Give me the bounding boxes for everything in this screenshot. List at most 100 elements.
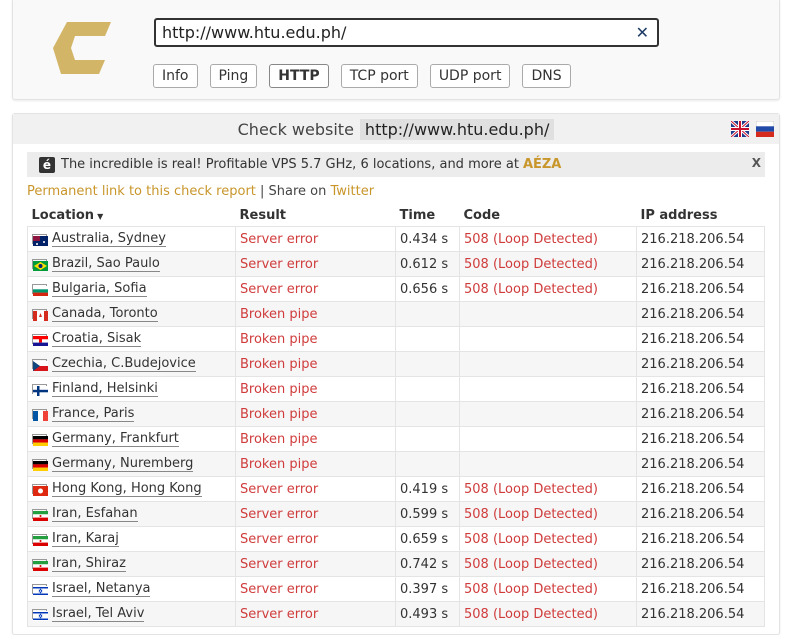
location: Hong Kong, Hong Kong [32, 481, 231, 497]
location-name[interactable]: Germany, Nuremberg [52, 456, 194, 472]
location: Israel, Tel Aviv [32, 606, 231, 622]
permanent-link[interactable]: Permanent link to this check report [27, 184, 256, 199]
location-name[interactable]: Hong Kong, Hong Kong [52, 481, 202, 497]
time-cell [395, 401, 460, 427]
twitter-link[interactable]: Twitter [331, 184, 375, 199]
tab-http[interactable]: HTTP [269, 64, 329, 88]
result-cell: Server error [235, 601, 396, 627]
location: Czechia, C.Budejovice [32, 356, 231, 372]
location-name[interactable]: Finland, Helsinki [52, 381, 158, 397]
location: Finland, Helsinki [32, 381, 231, 397]
ad-logo-icon: é [39, 156, 55, 173]
country-flag-icon [32, 334, 48, 346]
time-cell [395, 351, 460, 377]
time-cell: 0.612 s [395, 251, 460, 277]
ip-cell: 216.218.206.54 [636, 526, 765, 552]
code-cell: 508 (Loop Detected) [459, 526, 637, 552]
code-cell [459, 426, 637, 452]
location-cell: Croatia, Sisak [27, 326, 236, 352]
country-flag-icon [32, 509, 48, 521]
column-header-location[interactable]: Location ▼ [28, 204, 236, 227]
ad-brand[interactable]: AÉZA [523, 157, 561, 172]
ip-cell: 216.218.206.54 [636, 251, 765, 277]
result-cell: Server error [235, 476, 396, 502]
result-panel: Check website http://www.htu.edu.ph/ é T… [12, 113, 780, 635]
column-header-code: Code [463, 207, 501, 223]
ip-cell: 216.218.206.54 [636, 426, 765, 452]
top-panel: ✕ Info Ping HTTP TCP port UDP port DNS [12, 0, 780, 100]
table-row: Israel, Netanya Server error 0.397 s 508 (L… [27, 576, 765, 602]
result-cell: Broken pipe [235, 326, 396, 352]
clear-icon[interactable]: ✕ [636, 23, 649, 42]
location-name[interactable]: Canada, Toronto [52, 306, 158, 322]
ip-cell: 216.218.206.54 [636, 376, 765, 402]
result-cell: Broken pipe [235, 426, 396, 452]
ad-close-button[interactable]: X [752, 156, 761, 170]
location: Israel, Netanya [32, 581, 231, 597]
location-name[interactable]: France, Paris [52, 406, 135, 422]
location-name[interactable]: Czechia, C.Budejovice [52, 356, 196, 372]
location-cell: Bulgaria, Sofia [27, 276, 236, 302]
table-row: Israel, Tel Aviv Server error 0.493 s 508 (… [27, 601, 765, 627]
code-cell [459, 351, 637, 377]
time-cell [395, 301, 460, 327]
country-flag-icon [32, 409, 48, 421]
url-input-box[interactable]: ✕ [154, 18, 659, 47]
country-flag-icon [32, 359, 48, 371]
location-name[interactable]: Israel, Netanya [52, 581, 151, 597]
location-cell: France, Paris [27, 401, 236, 427]
ru-flag-icon[interactable] [756, 121, 774, 137]
location-cell: Canada, Toronto [27, 301, 236, 327]
location-cell: Germany, Nuremberg [27, 451, 236, 477]
location-name[interactable]: Iran, Karaj [52, 531, 119, 547]
table-row: Hong Kong, Hong Kong Server error 0.419 s5… [27, 476, 765, 502]
result-cell: Broken pipe [235, 451, 396, 477]
location-name[interactable]: Iran, Shiraz [52, 556, 126, 572]
country-flag-icon [32, 484, 48, 496]
table-row: Canada, Toronto Broken pipe 216.218.206.54 [27, 301, 765, 327]
code-cell: 508 (Loop Detected) [459, 576, 637, 602]
time-cell: 0.656 s [395, 276, 460, 302]
result-cell: Broken pipe [235, 376, 396, 402]
report-links: Permanent link to this check report | Sh… [27, 184, 374, 199]
result-cell: Server error [235, 276, 396, 302]
time-cell: 0.434 s [395, 226, 460, 252]
ip-cell: 216.218.206.54 [636, 551, 765, 577]
code-cell [459, 301, 637, 327]
result-cell: Server error [235, 526, 396, 552]
location-cell: Germany, Frankfurt [27, 426, 236, 452]
location: Germany, Frankfurt [32, 431, 231, 447]
location-name[interactable]: Brazil, Sao Paulo [52, 256, 160, 272]
table-row: Finland, Helsinki Broken pipe 216.218.206.… [27, 376, 765, 402]
location-name[interactable]: Croatia, Sisak [52, 331, 142, 347]
location: Iran, Karaj [32, 531, 231, 547]
tab-tcp-port[interactable]: TCP port [340, 64, 418, 88]
location-name[interactable]: Germany, Frankfurt [52, 431, 179, 447]
location-cell: Finland, Helsinki [27, 376, 236, 402]
ip-cell: 216.218.206.54 [636, 401, 765, 427]
tab-udp-port[interactable]: UDP port [429, 64, 511, 88]
column-header-time: Time [399, 207, 436, 223]
location-name[interactable]: Israel, Tel Aviv [52, 606, 145, 622]
logo-icon[interactable] [53, 22, 111, 74]
time-cell [395, 326, 460, 352]
location-name[interactable]: Australia, Sydney [52, 231, 166, 247]
uk-flag-icon[interactable] [731, 121, 749, 137]
ad-banner[interactable]: é The incredible is real! Profitable VPS… [27, 152, 765, 177]
ip-cell: 216.218.206.54 [636, 501, 765, 527]
tab-ping[interactable]: Ping [209, 64, 258, 88]
result-cell: Server error [235, 551, 396, 577]
location-name[interactable]: Iran, Esfahan [52, 506, 138, 522]
location: France, Paris [32, 406, 231, 422]
country-flag-icon [32, 434, 48, 446]
location: Australia, Sydney [32, 231, 231, 247]
result-cell: Broken pipe [235, 301, 396, 327]
tab-dns[interactable]: DNS [522, 64, 571, 88]
location-name[interactable]: Bulgaria, Sofia [52, 281, 147, 297]
ip-cell: 216.218.206.54 [636, 326, 765, 352]
tab-info[interactable]: Info [153, 64, 198, 88]
code-cell: 508 (Loop Detected) [459, 601, 637, 627]
sort-arrow-icon: ▼ [97, 211, 104, 221]
time-cell [395, 451, 460, 477]
url-input[interactable] [156, 22, 624, 43]
